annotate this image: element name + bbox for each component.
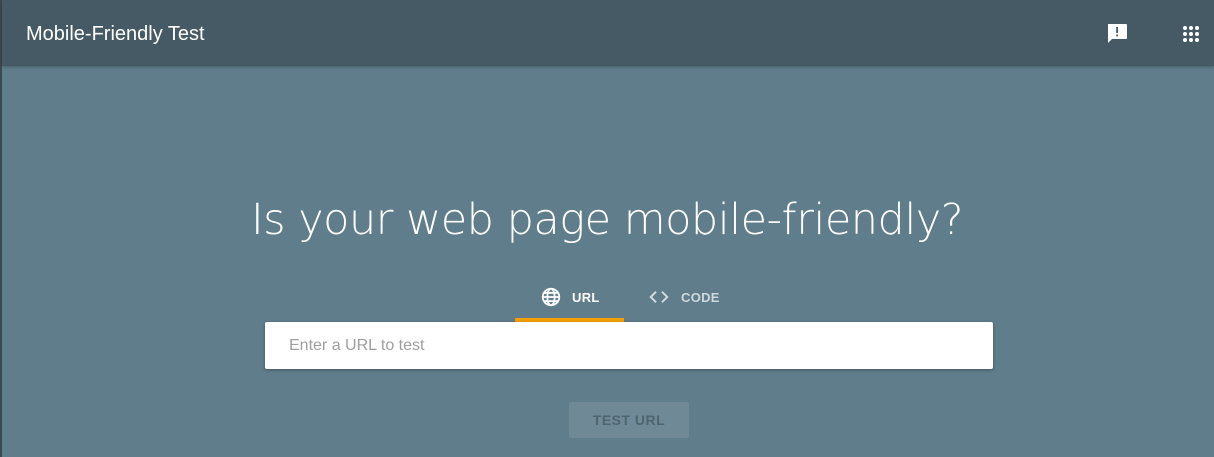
feedback-button[interactable] [1105,22,1129,46]
tab-code[interactable]: CODE [630,280,740,322]
test-url-button[interactable]: TEST URL [569,402,689,438]
apps-grid-icon [1183,26,1199,42]
tab-url-label: URL [572,290,600,305]
url-input[interactable] [265,322,993,369]
apps-button[interactable] [1179,22,1203,46]
globe-icon [541,287,561,307]
app-title: Mobile-Friendly Test [26,23,205,45]
url-input-container [265,322,993,369]
tab-url[interactable]: URL [515,280,624,322]
app-bar: Mobile-Friendly Test [2,0,1214,66]
page-headline: Is your web page mobile-friendly? [250,195,964,245]
feedback-icon [1108,24,1127,43]
code-icon [649,290,669,304]
tab-code-label: CODE [681,290,720,305]
